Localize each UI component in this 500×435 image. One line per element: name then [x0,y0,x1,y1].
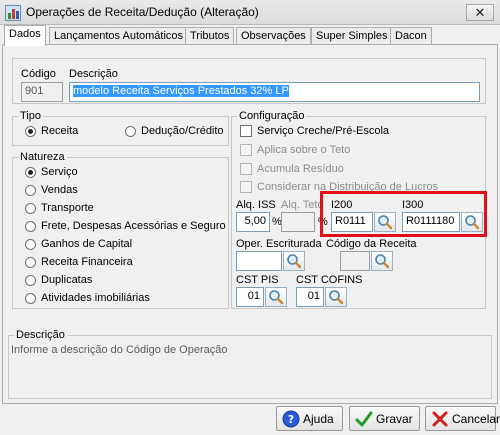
x-icon [432,411,448,427]
distribuicao-lucros-checkbox[interactable] [240,181,252,193]
cst-pis-search-button[interactable] [265,287,287,307]
tab-observacoes[interactable]: Observações [236,27,311,45]
tipo-group-label: Tipo [18,110,43,122]
creche-label: Serviço Creche/Pré-Escola [257,125,390,137]
cst-cofins-label: CST COFINS [296,274,363,286]
aliq-teto-input [281,212,315,232]
tipo-deducao-radio[interactable] [125,126,136,137]
natureza-vendas-radio[interactable] [25,185,36,196]
natureza-duplicatas-label: Duplicatas [41,274,93,286]
natureza-imobiliarias-radio[interactable] [25,293,36,304]
gravar-label: Gravar [376,412,413,426]
highlight-frame [320,191,487,237]
natureza-transporte-radio[interactable] [25,203,36,214]
descricao-input[interactable]: modelo Receita Serviços Prestados 32% LP [69,82,480,102]
acumula-residuo-checkbox[interactable] [240,163,252,175]
natureza-servico-radio[interactable] [25,167,36,178]
natureza-duplicatas-radio[interactable] [25,275,36,286]
app-icon [5,5,21,21]
aliq-iss-input[interactable]: 5,00 [236,212,270,232]
help-icon: ? [282,410,300,428]
oper-escriturada-search-button[interactable] [283,251,305,271]
tab-dacon[interactable]: Dacon [390,27,432,45]
checkmark-icon [355,411,373,427]
cst-pis-label: CST PIS [236,274,279,286]
oper-escriturada-label: Oper. Escriturada [236,238,322,250]
natureza-transporte-label: Transporte [41,202,94,214]
natureza-servico-label: Serviço [41,166,78,178]
creche-checkbox[interactable] [240,125,252,137]
oper-escriturada-input[interactable] [236,251,282,271]
magnifier-icon [269,290,284,305]
natureza-ganhos-label: Ganhos de Capital [41,238,133,250]
magnifier-icon [329,290,344,305]
window-title: Operações de Receita/Dedução (Alteração) [26,5,259,19]
magnifier-icon [375,254,390,269]
cancelar-label: Cancelar [452,412,500,426]
configuracao-group-label: Configuração [237,110,307,122]
cst-pis-input[interactable]: 01 [236,287,264,307]
aliq-teto-label: Alq. Teto [281,199,324,211]
natureza-imobiliarias-label: Atividades imobiliárias [41,292,150,304]
tab-tributos[interactable]: Tributos [185,27,235,45]
cancelar-button[interactable]: Cancelar [425,406,500,431]
descricao-value: modelo Receita Serviços Prestados 32% LP [73,85,289,97]
description-hint-label: Descrição [14,329,67,341]
title-bar: Operações de Receita/Dedução (Alteração)… [0,0,500,25]
svg-text:?: ? [288,413,294,426]
cst-cofins-input[interactable]: 01 [296,287,324,307]
aliq-iss-label: Alq. ISS [236,199,276,211]
tab-strip: Dados Lançamentos Automáticos Tributos O… [0,25,500,46]
gravar-button[interactable]: Gravar [349,406,420,431]
descricao-label: Descrição [69,68,118,80]
tab-lancamentos-automaticos[interactable]: Lançamentos Automáticos [49,27,189,45]
ajuda-button[interactable]: ? Ajuda [276,406,343,431]
tab-super-simples[interactable]: Super Simples [311,27,393,45]
codigo-field: 901 [21,82,63,102]
natureza-receita-financeira-radio[interactable] [25,257,36,268]
codigo-receita-search-button[interactable] [371,251,393,271]
acumula-residuo-label: Acumula Resíduo [257,163,344,175]
magnifier-icon [287,254,302,269]
description-hint-text: Informe a descrição do Código de Operaçã… [11,344,228,356]
tipo-deducao-label: Dedução/Crédito [141,125,224,137]
natureza-vendas-label: Vendas [41,184,78,196]
codigo-receita-input [340,251,370,271]
aplica-teto-checkbox[interactable] [240,144,252,156]
tipo-receita-label: Receita [41,125,79,137]
cst-cofins-search-button[interactable] [325,287,347,307]
natureza-group: Natureza [12,151,229,309]
tipo-receita-radio[interactable] [25,126,36,137]
close-button[interactable]: ✕ [466,4,494,21]
codigo-receita-label: Código da Receita [326,238,417,250]
natureza-receita-financeira-label: Receita Financeira [41,256,133,268]
natureza-frete-label: Frete, Despesas Acessórias e Seguro [41,220,226,232]
aplica-teto-label: Aplica sobre o Teto [257,144,351,156]
natureza-ganhos-radio[interactable] [25,239,36,250]
ajuda-label: Ajuda [303,412,334,426]
natureza-group-label: Natureza [18,151,67,163]
tab-dados[interactable]: Dados [4,25,46,46]
natureza-frete-radio[interactable] [25,221,36,232]
codigo-label: Código [21,68,56,80]
